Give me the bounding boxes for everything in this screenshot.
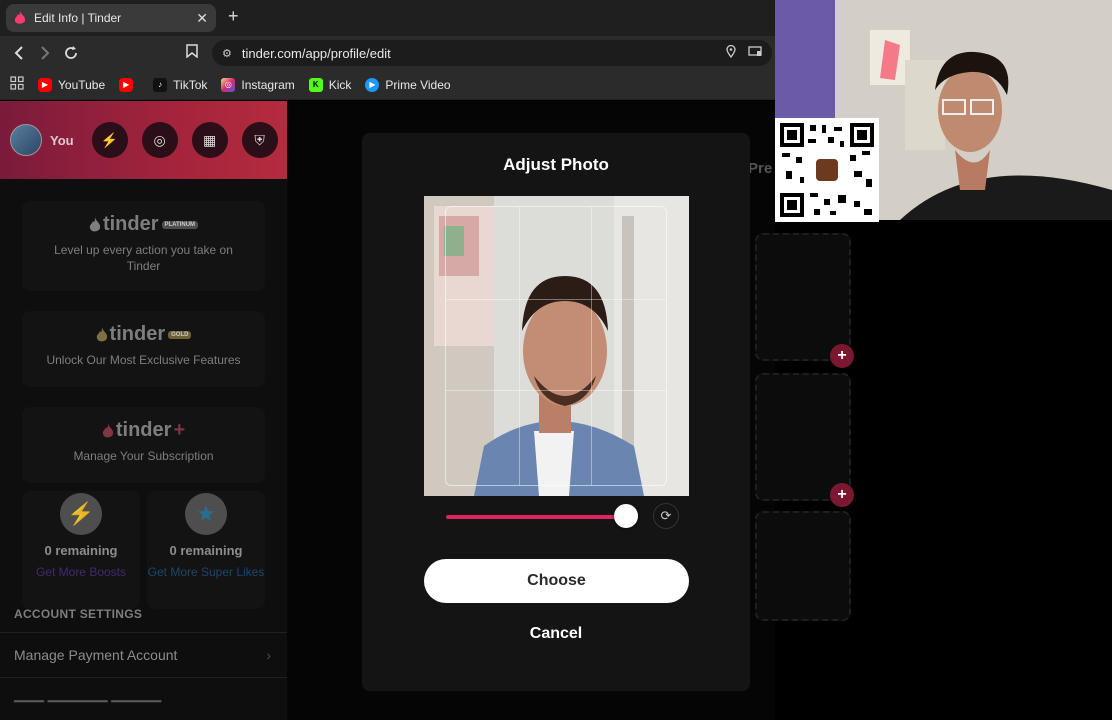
boosts-card[interactable]: ⚡ 0 remaining Get More Boosts bbox=[22, 491, 140, 609]
bookmark-label: TikTok bbox=[173, 77, 208, 92]
kick-icon: K bbox=[308, 77, 323, 92]
boost-button[interactable]: ⚡ bbox=[91, 122, 128, 158]
tiktok-icon: ♪ bbox=[153, 77, 168, 92]
youtube-icon: ▶ bbox=[119, 77, 134, 92]
bookmark-label: Prime Video bbox=[385, 77, 451, 92]
cast-icon[interactable] bbox=[748, 46, 762, 60]
add-photo-icon[interactable]: + bbox=[830, 344, 854, 368]
bookmark-label: Instagram bbox=[241, 77, 295, 92]
choose-button[interactable]: Choose bbox=[424, 559, 689, 603]
url-text: tinder.com/app/profile/edit bbox=[241, 45, 391, 61]
safety-button[interactable]: ⛨ bbox=[241, 122, 278, 158]
reload-icon[interactable] bbox=[58, 40, 84, 66]
site-settings-icon[interactable]: ⚙ bbox=[222, 47, 232, 60]
get-more-super-likes-link[interactable]: Get More Super Likes bbox=[147, 562, 265, 583]
photo-slot[interactable] bbox=[755, 511, 851, 621]
shield-icon: ⛨ bbox=[254, 131, 265, 148]
rotate-icon[interactable]: ⟳ bbox=[653, 503, 679, 529]
sidebar: You ⚡ ◎ ▦ ⛨ tinder PLATINUM Level up eve… bbox=[0, 101, 287, 720]
browser-tabbar: Edit Info | Tinder ✕ + bbox=[0, 0, 775, 36]
prime-video-icon: ▶ bbox=[365, 77, 380, 92]
profile-label[interactable]: You bbox=[50, 133, 74, 148]
new-tab-button[interactable]: + bbox=[228, 6, 239, 27]
bookmark-youtube-2[interactable]: ▶ bbox=[119, 77, 139, 92]
flame-icon bbox=[102, 422, 114, 437]
preview-tab-partial[interactable]: Pre bbox=[748, 160, 772, 177]
gold-card[interactable]: tinder GOLD Unlock Our Most Exclusive Fe… bbox=[22, 311, 265, 387]
photo-slot[interactable] bbox=[755, 233, 851, 361]
adjust-photo-modal: Adjust Photo ⟳ Choose Cancel bbox=[362, 133, 750, 691]
compass-icon: ◎ bbox=[153, 131, 166, 148]
platinum-card[interactable]: tinder PLATINUM Level up every action yo… bbox=[22, 201, 265, 291]
forward-icon[interactable] bbox=[32, 40, 58, 66]
tinder-flame-icon bbox=[14, 11, 26, 24]
explore-button[interactable]: ◎ bbox=[141, 122, 178, 158]
platinum-desc: Level up every action you take on Tinder bbox=[54, 243, 233, 273]
bookmark-icon[interactable] bbox=[186, 44, 198, 61]
crop-grid[interactable] bbox=[445, 206, 667, 486]
boosts-remaining: 0 remaining bbox=[44, 543, 118, 558]
browser-tab[interactable]: Edit Info | Tinder ✕ bbox=[6, 4, 216, 32]
bookmarks-bar: ▶ YouTube ▶ ♪ TikTok ◎ Instagram K Kick … bbox=[0, 70, 775, 100]
lightning-icon: ⚡ bbox=[60, 493, 102, 535]
photo-crop-area[interactable] bbox=[424, 196, 689, 496]
address-bar[interactable]: ⚙ tinder.com/app/profile/edit bbox=[212, 40, 772, 66]
tinder-plus-logo: tinder + bbox=[22, 419, 265, 442]
flame-icon bbox=[96, 326, 107, 341]
star-icon: ★ bbox=[185, 493, 227, 535]
bookmark-label: YouTube bbox=[58, 77, 106, 92]
sidebar-body: tinder PLATINUM Level up every action yo… bbox=[0, 179, 287, 720]
bookmark-prime-video[interactable]: ▶ Prime Video bbox=[365, 77, 451, 92]
gold-desc: Unlock Our Most Exclusive Features bbox=[46, 353, 241, 367]
work-button[interactable]: ▦ bbox=[191, 122, 228, 158]
tinder-platinum-logo: tinder PLATINUM bbox=[22, 213, 265, 236]
briefcase-icon: ▦ bbox=[202, 131, 217, 148]
super-likes-card[interactable]: ★ 0 remaining Get More Super Likes bbox=[147, 491, 265, 609]
flame-icon bbox=[89, 216, 101, 231]
zoom-slider-track[interactable] bbox=[446, 515, 626, 519]
plus-desc: Manage Your Subscription bbox=[73, 449, 214, 463]
close-tab-icon[interactable]: ✕ bbox=[196, 10, 208, 27]
photo-slot[interactable] bbox=[755, 373, 851, 501]
add-photo-icon[interactable]: + bbox=[830, 483, 854, 507]
account-settings-title: ACCOUNT SETTINGS bbox=[14, 607, 143, 621]
manage-payment-account-row[interactable]: Manage Payment Account › bbox=[0, 632, 287, 678]
avatar[interactable] bbox=[10, 124, 42, 156]
zoom-slider-thumb[interactable] bbox=[614, 504, 638, 528]
youtube-icon: ▶ bbox=[38, 77, 52, 92]
bookmark-label: Kick bbox=[328, 77, 352, 92]
bookmark-instagram[interactable]: ◎ Instagram bbox=[221, 77, 295, 92]
bookmark-tiktok[interactable]: ♪ TikTok bbox=[153, 77, 208, 92]
plus-card[interactable]: tinder + Manage Your Subscription bbox=[22, 407, 265, 483]
sidebar-header: You ⚡ ◎ ▦ ⛨ bbox=[0, 101, 287, 179]
super-likes-remaining: 0 remaining bbox=[169, 543, 243, 558]
cancel-button[interactable]: Cancel bbox=[362, 625, 750, 643]
apps-grid-icon[interactable] bbox=[10, 76, 24, 93]
get-more-boosts-link[interactable]: Get More Boosts bbox=[22, 562, 140, 583]
back-icon[interactable] bbox=[6, 40, 32, 66]
tinder-gold-logo: tinder GOLD bbox=[22, 323, 265, 346]
bookmark-youtube[interactable]: ▶ YouTube bbox=[38, 77, 106, 92]
bookmark-kick[interactable]: K Kick bbox=[308, 77, 352, 92]
manage-payment-label: Manage Payment Account bbox=[14, 647, 178, 663]
browser-toolbar: ⚙ tinder.com/app/profile/edit bbox=[0, 36, 775, 70]
next-settings-row[interactable]: ▁▁▁ ▁▁▁▁▁▁ ▁▁▁▁▁ bbox=[14, 687, 161, 703]
chevron-right-icon: › bbox=[266, 647, 271, 663]
modal-title: Adjust Photo bbox=[503, 155, 609, 174]
lightning-icon: ⚡ bbox=[100, 131, 119, 148]
location-icon[interactable] bbox=[726, 44, 736, 61]
screen: Edit Info | Tinder ✕ + ⚙ tinder.com/app/… bbox=[0, 0, 1112, 720]
tab-title: Edit Info | Tinder bbox=[34, 11, 122, 25]
qr-code bbox=[775, 118, 879, 222]
instagram-icon: ◎ bbox=[221, 77, 236, 92]
